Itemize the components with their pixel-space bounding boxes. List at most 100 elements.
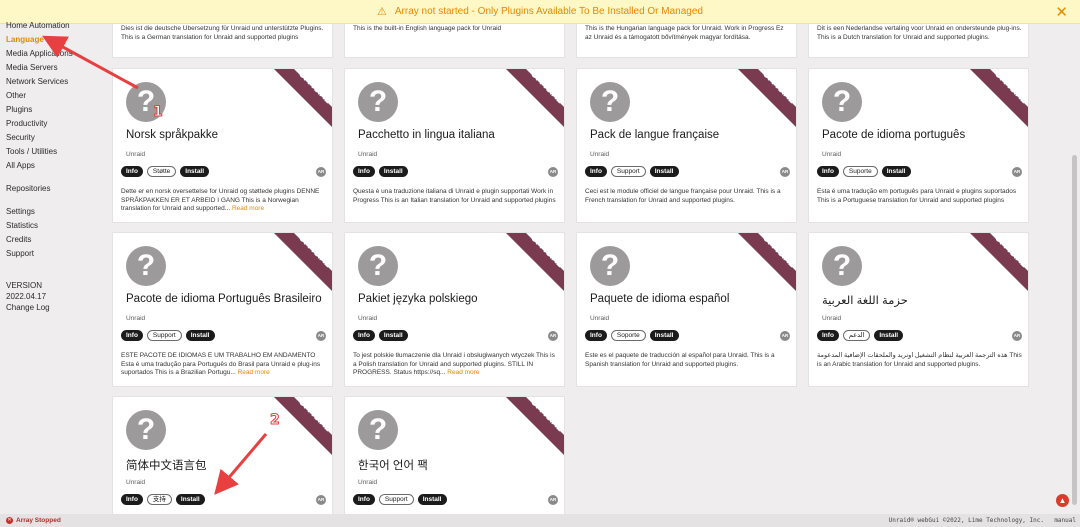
repository-icon: AR xyxy=(780,331,790,341)
app-card-simplified-chinese[interactable]: OFFICIAL ? 简体中文语言包 Unraid Info 支持 Instal… xyxy=(112,396,333,514)
sidebar-item-home-automation[interactable]: Home Automation xyxy=(6,21,70,30)
close-icon[interactable]: ✕ xyxy=(1055,3,1068,21)
official-ribbon: OFFICIAL xyxy=(738,233,796,291)
install-button[interactable]: Install xyxy=(378,330,408,341)
sidebar-item-security[interactable]: Security xyxy=(6,133,35,142)
vertical-scrollbar[interactable] xyxy=(1072,155,1077,505)
sidebar-item-tools-utilities[interactable]: Tools / Utilities xyxy=(6,147,57,156)
app-card-german[interactable]: Dies ist die deutsche Übersetzung für Un… xyxy=(112,24,333,58)
sidebar-item-all-apps[interactable]: All Apps xyxy=(6,161,35,170)
app-card-polish[interactable]: OFFICIAL ? Pakiet języka polskiego Unrai… xyxy=(344,232,565,387)
read-more-link[interactable]: Read more xyxy=(447,369,479,376)
install-button[interactable]: Install xyxy=(185,330,215,341)
install-button[interactable]: Install xyxy=(649,166,679,177)
card-title[interactable]: Norsk språkpakke xyxy=(126,129,218,141)
info-button[interactable]: Info xyxy=(353,166,375,177)
app-card-spanish[interactable]: OFFICIAL ? Paquete de idioma español Unr… xyxy=(576,232,797,387)
app-card-portuguese[interactable]: OFFICIAL ? Pacote de idioma português Un… xyxy=(808,68,1029,223)
app-card-english[interactable]: This is the built-in English language pa… xyxy=(344,24,565,58)
repository-icon: AR xyxy=(1012,331,1022,341)
scroll-to-top-button[interactable]: ▲ xyxy=(1056,494,1069,507)
sidebar-item-media-servers[interactable]: Media Servers xyxy=(6,63,58,72)
support-button[interactable]: Support xyxy=(610,166,646,177)
install-button[interactable]: Install xyxy=(378,166,408,177)
copyright-text: Unraid® webGui ©2022, Lime Technology, I… xyxy=(888,517,1044,524)
card-title[interactable]: Pacchetto in lingua italiana xyxy=(358,129,495,141)
step-number-2: 2 xyxy=(270,412,281,429)
support-button[interactable]: Support xyxy=(146,330,182,341)
info-button[interactable]: Info xyxy=(121,494,143,505)
card-title[interactable]: 한국어 언어 팩 xyxy=(358,457,428,473)
info-button[interactable]: Info xyxy=(817,166,839,177)
card-title[interactable]: Pacote de idioma Português Brasileiro xyxy=(126,293,322,305)
card-description: Dit is een Nederlandse vertaling voor Un… xyxy=(817,25,1022,41)
info-button[interactable]: Info xyxy=(585,166,607,177)
sidebar-item-settings[interactable]: Settings xyxy=(6,207,35,216)
repository-icon: AR xyxy=(316,495,326,505)
sidebar-item-statistics[interactable]: Statistics xyxy=(6,221,38,230)
info-button[interactable]: Info xyxy=(353,330,375,341)
card-title[interactable]: Paquete de idioma español xyxy=(590,293,729,305)
sidebar-item-language[interactable]: Language xyxy=(6,35,44,44)
support-button[interactable]: Støtte xyxy=(146,166,177,177)
install-button[interactable]: Install xyxy=(881,166,911,177)
question-mark-icon: ? xyxy=(358,82,398,122)
sidebar-item-productivity[interactable]: Productivity xyxy=(6,119,47,128)
question-mark-icon: ? xyxy=(358,246,398,286)
info-button[interactable]: Info xyxy=(353,494,375,505)
card-title[interactable]: Pakiet języka polskiego xyxy=(358,293,478,305)
support-button[interactable]: Support xyxy=(378,494,414,505)
card-author: Unraid xyxy=(590,315,610,322)
app-card-norwegian[interactable]: OFFICIAL ? Norsk språkpakke Unraid Info … xyxy=(112,68,333,223)
app-card-hungarian[interactable]: This is the Hungarian language pack for … xyxy=(576,24,797,58)
card-author: Unraid xyxy=(358,479,378,486)
sidebar-item-support[interactable]: Support xyxy=(6,249,34,258)
question-mark-icon: ? xyxy=(590,246,630,286)
array-status-label: Array Stopped xyxy=(16,517,61,524)
app-card-dutch[interactable]: Dit is een Nederlandse vertaling voor Un… xyxy=(808,24,1029,58)
install-button[interactable]: Install xyxy=(874,330,904,341)
read-more-link[interactable]: Read more xyxy=(238,369,270,376)
install-button[interactable]: Install xyxy=(175,494,205,505)
official-ribbon: OFFICIAL xyxy=(506,233,564,291)
card-description: Dies ist die deutsche Übersetzung für Un… xyxy=(121,25,324,41)
card-author: Unraid xyxy=(822,151,842,158)
info-button[interactable]: Info xyxy=(585,330,607,341)
sidebar-item-media-applications[interactable]: Media Applications xyxy=(6,49,73,58)
info-button[interactable]: Info xyxy=(817,330,839,341)
app-card-italian[interactable]: OFFICIAL ? Pacchetto in lingua italiana … xyxy=(344,68,565,223)
card-title[interactable]: 简体中文语言包 xyxy=(126,457,207,473)
sidebar-item-other[interactable]: Other xyxy=(6,91,26,100)
sidebar-item-repositories[interactable]: Repositories xyxy=(6,184,50,193)
install-button[interactable]: Install xyxy=(180,166,210,177)
sidebar-item-network-services[interactable]: Network Services xyxy=(6,77,68,86)
card-author: Unraid xyxy=(126,315,146,322)
app-card-french[interactable]: OFFICIAL ? Pack de langue française Unra… xyxy=(576,68,797,223)
card-title[interactable]: Pacote de idioma português xyxy=(822,129,965,141)
install-button[interactable]: Install xyxy=(417,494,447,505)
read-more-link[interactable]: Read more xyxy=(232,205,264,212)
support-button[interactable]: الدعم xyxy=(842,330,871,341)
card-description: This is the built-in English language pa… xyxy=(353,25,502,32)
app-card-arabic[interactable]: OFFICIAL ? حزمة اللغة العربية Unraid Inf… xyxy=(808,232,1029,387)
info-button[interactable]: Info xyxy=(121,166,143,177)
manual-link[interactable]: manual xyxy=(1054,517,1076,524)
card-description: Questa è una traduzione italiana di Unra… xyxy=(353,188,556,204)
sidebar-item-credits[interactable]: Credits xyxy=(6,235,31,244)
app-card-brazilian-portuguese[interactable]: OFFICIAL ? Pacote de idioma Português Br… xyxy=(112,232,333,387)
support-button[interactable]: Suporte xyxy=(842,166,878,177)
changelog-link[interactable]: Change Log xyxy=(6,302,50,313)
card-title[interactable]: حزمة اللغة العربية xyxy=(822,293,908,307)
card-author: Unraid xyxy=(358,315,378,322)
card-title[interactable]: Pack de langue française xyxy=(590,129,719,141)
info-button[interactable]: Info xyxy=(121,330,143,341)
support-button[interactable]: 支持 xyxy=(146,494,172,505)
support-button[interactable]: Soporte xyxy=(610,330,646,341)
install-button[interactable]: Install xyxy=(649,330,679,341)
card-author: Unraid xyxy=(822,315,842,322)
official-ribbon: OFFICIAL xyxy=(506,69,564,127)
sidebar-item-plugins[interactable]: Plugins xyxy=(6,105,32,114)
app-card-korean[interactable]: OFFICIAL ? 한국어 언어 팩 Unraid Info Support … xyxy=(344,396,565,514)
question-mark-icon: ? xyxy=(126,246,166,286)
card-description: Este es el paquete de traducción al espa… xyxy=(585,352,775,368)
